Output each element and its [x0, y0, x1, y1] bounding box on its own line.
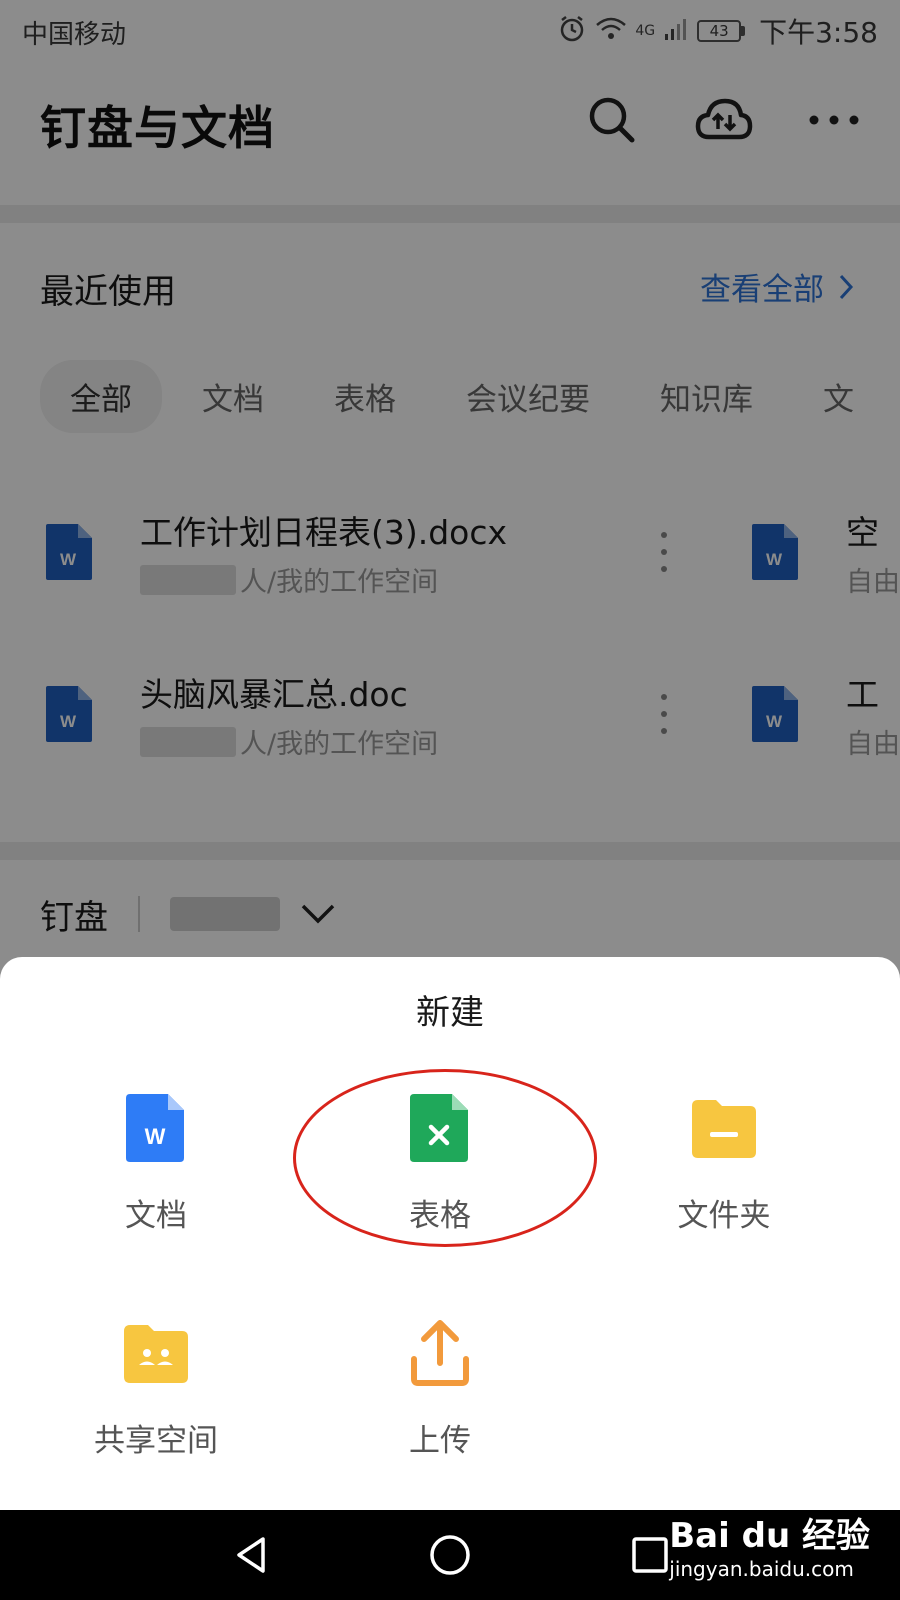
folder-icon — [692, 1100, 756, 1158]
svg-text:W: W — [145, 1124, 166, 1149]
watermark: Bai du 经验 jingyan.baidu.com — [669, 1508, 870, 1581]
new-folder-label: 文件夹 — [677, 1198, 771, 1234]
recents-icon[interactable] — [625, 1530, 675, 1580]
sheet-title: 新建 — [416, 993, 484, 1033]
upload-label: 上传 — [409, 1423, 471, 1459]
new-shared-space-label: 共享空间 — [94, 1423, 218, 1459]
new-folder-button[interactable]: 文件夹 — [624, 1092, 824, 1235]
upload-icon — [411, 1320, 469, 1386]
home-icon[interactable] — [425, 1530, 475, 1580]
watermark-url: jingyan.baidu.com — [669, 1557, 854, 1581]
word-doc-icon: W — [126, 1094, 184, 1162]
shared-folder-icon — [124, 1325, 188, 1383]
highlight-circle — [293, 1069, 597, 1247]
new-doc-button[interactable]: W 文档 — [56, 1092, 256, 1235]
upload-button[interactable]: 上传 — [340, 1317, 540, 1460]
watermark-logo: Bai du 经验 — [669, 1516, 870, 1556]
new-doc-label: 文档 — [125, 1198, 187, 1234]
new-shared-space-button[interactable]: 共享空间 — [56, 1317, 256, 1460]
back-icon[interactable] — [226, 1530, 276, 1580]
